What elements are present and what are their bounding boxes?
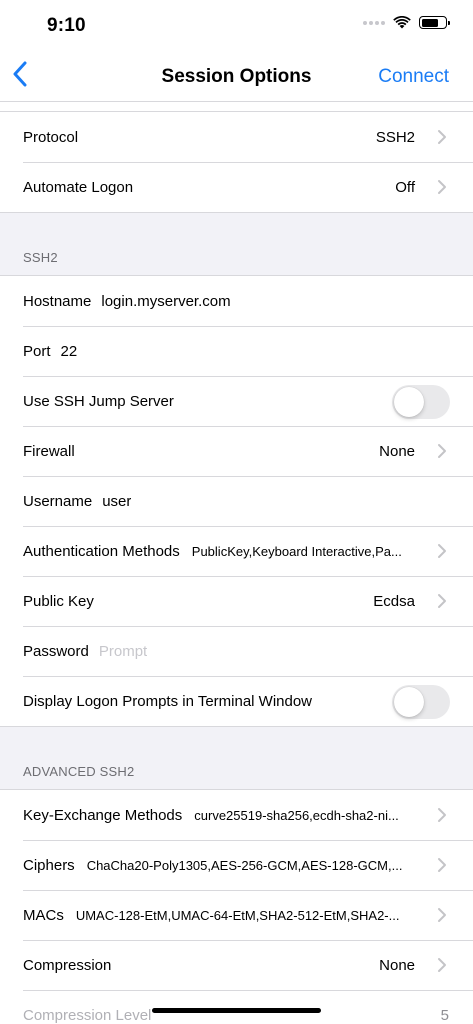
compression-level-row: Compression Level 5 (0, 990, 473, 1024)
port-label: Port (23, 342, 51, 360)
advanced-group: Key-Exchange Methods curve25519-sha256,e… (0, 790, 473, 1024)
battery-icon (419, 16, 450, 29)
hostname-label: Hostname (23, 292, 92, 310)
toggle-knob (394, 687, 424, 717)
firewall-value: None (379, 442, 415, 460)
protocol-value: SSH2 (375, 128, 415, 146)
status-time: 9:10 (47, 15, 86, 36)
chevron-right-icon (438, 958, 446, 972)
firewall-label: Firewall (23, 442, 75, 460)
jump-server-row: Use SSH Jump Server (0, 376, 473, 426)
password-row[interactable]: Password Prompt (0, 626, 473, 676)
username-label: Username (23, 492, 93, 510)
public-key-row[interactable]: Public Key Ecdsa (0, 576, 473, 626)
compression-label: Compression (23, 956, 112, 974)
password-field[interactable]: Prompt (99, 643, 147, 660)
advanced-header-label: ADVANCED SSH2 (23, 764, 135, 779)
display-prompts-label: Display Logon Prompts in Terminal Window (23, 692, 313, 710)
automate-logon-label: Automate Logon (23, 178, 134, 196)
ciphers-value: ChaCha20-Poly1305,AES-256-GCM,AES-128-GC… (86, 857, 403, 873)
home-indicator (152, 1008, 321, 1013)
chevron-right-icon (438, 130, 446, 144)
chevron-right-icon (438, 594, 446, 608)
automate-logon-value: Off (395, 178, 415, 196)
port-row[interactable]: Port 22 (0, 326, 473, 376)
ciphers-row[interactable]: Ciphers ChaCha20-Poly1305,AES-256-GCM,AE… (0, 840, 473, 890)
toggle-knob (394, 387, 424, 417)
ssh2-group: Hostname login.myserver.com Port 22 Use … (0, 276, 473, 726)
chevron-right-icon (438, 858, 446, 872)
auth-methods-row[interactable]: Authentication Methods PublicKey,Keyboar… (0, 526, 473, 576)
chevron-right-icon (438, 544, 446, 558)
compression-level-value: 5 (440, 1006, 449, 1024)
connect-button[interactable]: Connect (378, 66, 449, 88)
protocol-row[interactable]: Protocol SSH2 (0, 112, 473, 162)
cellular-signal-icon (363, 20, 385, 25)
top-divider (0, 102, 473, 112)
macs-row[interactable]: MACs UMAC-128-EtM,UMAC-64-EtM,SHA2-512-E… (0, 890, 473, 940)
jump-server-toggle[interactable] (392, 385, 450, 419)
hostname-row[interactable]: Hostname login.myserver.com (0, 276, 473, 326)
hostname-field[interactable]: login.myserver.com (101, 293, 230, 310)
kex-value: curve25519-sha256,ecdh-sha2-ni... (194, 807, 399, 823)
chevron-right-icon (438, 180, 446, 194)
chevron-right-icon (438, 444, 446, 458)
kex-row[interactable]: Key-Exchange Methods curve25519-sha256,e… (0, 790, 473, 840)
auth-methods-value: PublicKey,Keyboard Interactive,Pa... (191, 543, 402, 559)
public-key-label: Public Key (23, 592, 94, 610)
compression-level-label: Compression Level (23, 1006, 152, 1024)
username-row[interactable]: Username user (0, 476, 473, 526)
jump-server-label: Use SSH Jump Server (23, 392, 174, 410)
status-icons (363, 16, 450, 29)
display-prompts-row: Display Logon Prompts in Terminal Window (0, 676, 473, 726)
username-field[interactable]: user (102, 493, 131, 510)
status-bar: 9:10 (0, 0, 473, 50)
kex-label: Key-Exchange Methods (23, 806, 183, 824)
automate-logon-row[interactable]: Automate Logon Off (0, 162, 473, 212)
advanced-section-header: ADVANCED SSH2 (0, 726, 473, 790)
protocol-label: Protocol (23, 128, 79, 146)
display-prompts-toggle[interactable] (392, 685, 450, 719)
ssh2-section-header: SSH2 (0, 212, 473, 276)
macs-label: MACs (23, 906, 64, 924)
auth-methods-label: Authentication Methods (23, 542, 180, 560)
wifi-icon (393, 16, 411, 29)
public-key-value: Ecdsa (373, 592, 415, 610)
chevron-right-icon (438, 908, 446, 922)
port-field[interactable]: 22 (61, 343, 78, 360)
settings-list: Protocol SSH2 Automate Logon Off SSH2 Ho… (0, 102, 473, 1024)
ciphers-label: Ciphers (23, 856, 75, 874)
compression-row[interactable]: Compression None (0, 940, 473, 990)
ssh2-header-label: SSH2 (23, 250, 58, 265)
compression-value: None (379, 956, 415, 974)
macs-value: UMAC-128-EtM,UMAC-64-EtM,SHA2-512-EtM,SH… (75, 907, 400, 923)
chevron-right-icon (438, 808, 446, 822)
firewall-row[interactable]: Firewall None (0, 426, 473, 476)
password-label: Password (23, 642, 89, 660)
general-group: Protocol SSH2 Automate Logon Off (0, 112, 473, 212)
navigation-bar: Session Options Connect (0, 50, 473, 102)
